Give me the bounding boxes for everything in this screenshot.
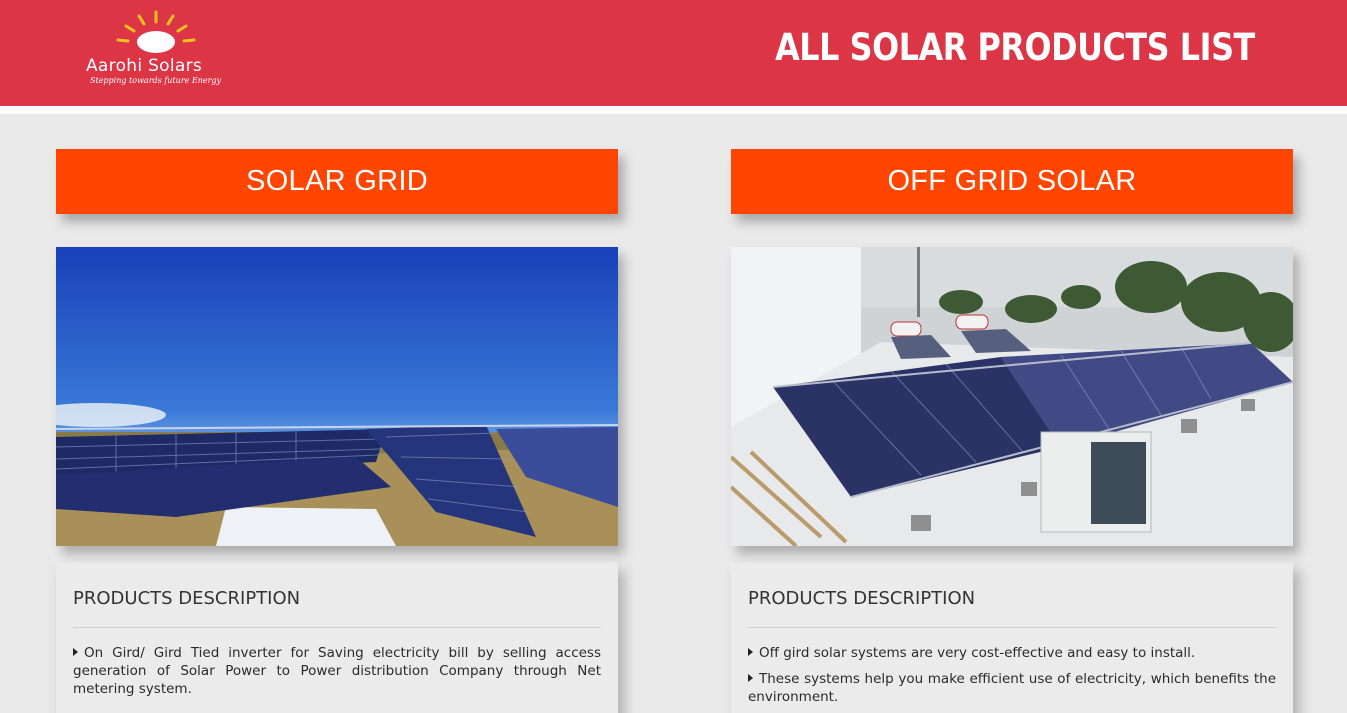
- description-text: These systems help you make efficient us…: [748, 671, 1276, 705]
- header-divider: [0, 106, 1347, 114]
- description-title: PRODUCTS DESCRIPTION: [748, 588, 976, 609]
- sun-logo-icon: [116, 10, 196, 53]
- product-description: PRODUCTS DESCRIPTION Off gird solar syst…: [731, 562, 1293, 713]
- divider: [748, 627, 1276, 628]
- description-title: PRODUCTS DESCRIPTION: [73, 588, 301, 609]
- description-item: These systems help you make efficient us…: [748, 670, 1276, 706]
- logo-name: Aarohi Solars: [86, 56, 203, 76]
- logo-tagline: Stepping towards future Energy: [90, 76, 222, 85]
- caret-right-icon: [748, 648, 753, 656]
- caret-right-icon: [73, 648, 78, 656]
- divider: [73, 627, 601, 628]
- product-banner[interactable]: SOLAR GRID: [56, 149, 618, 214]
- product-name: OFF GRID SOLAR: [887, 165, 1137, 197]
- page-title: ALL SOLAR PRODUCTS LIST: [775, 26, 1255, 69]
- description-item: On Gird/ Gird Tied inverter for Saving e…: [73, 644, 601, 698]
- product-name: SOLAR GRID: [246, 165, 428, 197]
- description-text: Off gird solar systems are very cost-eff…: [759, 645, 1196, 661]
- product-card-solar-grid: SOLAR GRID PRODUCTS DESCRIPTION On Gird/…: [56, 149, 618, 713]
- product-banner[interactable]: OFF GRID SOLAR: [731, 149, 1293, 214]
- product-description: PRODUCTS DESCRIPTION On Gird/ Gird Tied …: [56, 562, 618, 713]
- logo[interactable]: Aarohi Solars Stepping towards future En…: [84, 10, 234, 90]
- caret-right-icon: [748, 674, 753, 682]
- description-text: On Gird/ Gird Tied inverter for Saving e…: [73, 645, 601, 697]
- product-image-off-grid-solar: [731, 247, 1293, 546]
- description-item: Off gird solar systems are very cost-eff…: [748, 644, 1276, 662]
- product-image-solar-grid: [56, 247, 618, 546]
- product-card-off-grid-solar: OFF GRID SOLAR PRODUCTS DESCRIPTION Off …: [731, 149, 1293, 713]
- site-header: Aarohi Solars Stepping towards future En…: [0, 0, 1347, 106]
